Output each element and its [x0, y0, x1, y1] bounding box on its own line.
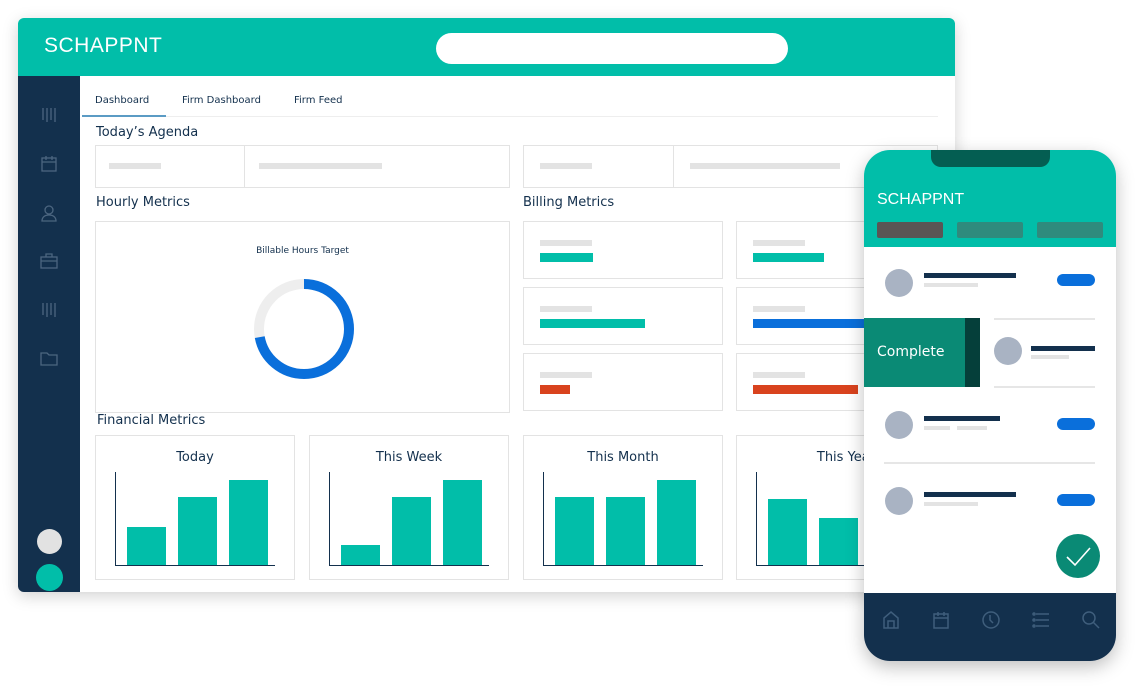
phone-tab[interactable] — [957, 222, 1023, 238]
chart-bar — [819, 518, 858, 565]
tab-firm-dashboard[interactable]: Firm Dashboard — [182, 95, 261, 106]
barcode-icon[interactable] — [39, 105, 59, 125]
status-pill — [1057, 418, 1095, 430]
phone-tab[interactable] — [877, 222, 943, 238]
list-item[interactable] — [980, 318, 1116, 387]
desktop-window: SCHAPPNT Dashboard Firm Dashboard Firm F… — [18, 18, 955, 592]
chart-bar — [127, 526, 166, 565]
chart-bar — [606, 497, 645, 565]
phone-notch — [931, 150, 1050, 167]
status-pill — [1057, 274, 1095, 286]
search-input[interactable] — [436, 33, 788, 64]
chart-title: This Week — [375, 450, 443, 465]
financial-chart-card: This Week — [309, 435, 509, 580]
billing-placeholder — [540, 240, 592, 246]
billing-placeholder — [540, 372, 592, 378]
agenda-heading: Today’s Agenda — [96, 125, 199, 140]
billing-bar — [540, 253, 593, 262]
billing-card[interactable] — [523, 287, 723, 345]
app-logo: SCHAPPNT — [44, 34, 163, 57]
avatar[interactable] — [37, 529, 62, 554]
tab-firm-feed[interactable]: Firm Feed — [294, 95, 343, 106]
calendar-icon[interactable] — [931, 610, 951, 630]
x-axis — [115, 565, 275, 566]
avatar — [885, 411, 913, 439]
chart-bar — [341, 545, 380, 565]
folder-icon[interactable] — [39, 348, 59, 368]
avatar — [885, 487, 913, 515]
y-axis — [756, 472, 757, 566]
check-icon — [1066, 547, 1091, 567]
billing-card[interactable] — [523, 221, 723, 279]
confirm-button[interactable] — [1056, 534, 1100, 578]
x-axis — [543, 565, 703, 566]
y-axis — [329, 472, 330, 566]
complete-button[interactable]: Complete — [864, 318, 965, 387]
status-indicator[interactable] — [36, 564, 63, 591]
tab-divider — [166, 116, 938, 117]
billing-placeholder — [753, 306, 805, 312]
calendar-icon[interactable] — [39, 154, 59, 174]
search-icon[interactable] — [1081, 610, 1101, 630]
list-item[interactable] — [864, 466, 1116, 536]
list-item[interactable] — [864, 390, 1116, 462]
y-axis — [543, 472, 544, 566]
chart-bar — [392, 497, 431, 565]
y-axis — [115, 472, 116, 566]
billing-placeholder — [753, 240, 805, 246]
billing-bar — [753, 385, 858, 394]
chart-bar — [178, 497, 217, 565]
chart-bar — [657, 480, 696, 565]
donut-chart — [254, 279, 354, 379]
chart-bar — [555, 497, 594, 565]
avatar — [885, 269, 913, 297]
billing-placeholder — [753, 372, 805, 378]
x-axis — [329, 565, 489, 566]
hourly-heading: Hourly Metrics — [96, 195, 190, 210]
donut-title: Billable Hours Target — [256, 246, 349, 256]
list-item[interactable] — [864, 247, 1116, 317]
mobile-phone: SCHAPPNT Complete — [864, 150, 1116, 661]
user-icon[interactable] — [39, 203, 59, 223]
billing-heading: Billing Metrics — [523, 195, 615, 210]
hourly-card: Billable Hours Target — [95, 221, 510, 413]
complete-label: Complete — [877, 344, 945, 360]
clock-icon[interactable] — [981, 610, 1001, 630]
financial-chart-card: Today — [95, 435, 295, 580]
billing-bar — [753, 253, 824, 262]
billing-placeholder — [540, 306, 592, 312]
chart-bar — [768, 498, 807, 565]
avatar — [994, 337, 1022, 365]
chart-title: This Month — [587, 450, 659, 465]
list-icon[interactable] — [1031, 610, 1051, 630]
phone-title: SCHAPPNT — [877, 191, 965, 208]
active-tab-indicator — [82, 115, 166, 117]
billing-bar — [540, 319, 645, 328]
chart-bar — [443, 480, 482, 565]
home-icon[interactable] — [881, 610, 901, 630]
barcode-icon[interactable] — [39, 300, 59, 320]
agenda-card[interactable] — [95, 145, 510, 188]
briefcase-icon[interactable] — [39, 251, 59, 271]
chart-title: Today — [176, 450, 214, 465]
sidebar — [18, 76, 80, 592]
phone-tab[interactable] — [1037, 222, 1103, 238]
status-pill — [1057, 494, 1095, 506]
billing-bar — [753, 319, 866, 328]
bottom-nav — [864, 593, 1116, 661]
app-header: SCHAPPNT — [18, 18, 955, 76]
billing-bar — [540, 385, 570, 394]
chart-bar — [229, 480, 268, 565]
tab-dashboard[interactable]: Dashboard — [95, 95, 149, 106]
financial-heading: Financial Metrics — [97, 413, 206, 428]
billing-card[interactable] — [523, 353, 723, 411]
financial-chart-card: This Month — [523, 435, 723, 580]
